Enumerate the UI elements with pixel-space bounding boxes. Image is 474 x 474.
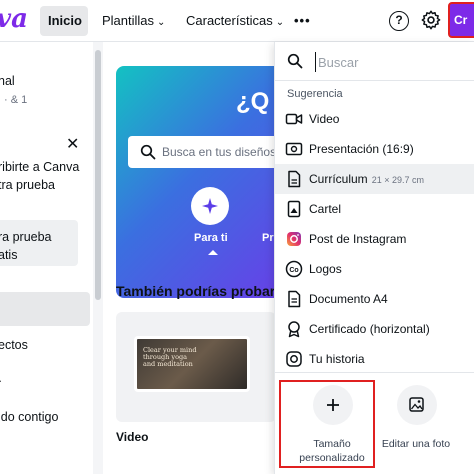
promo-text-line1: ribirte a Canva bbox=[0, 160, 80, 174]
create-design-dropdown: Sugerencia Video Presentación (16:9) Cur… bbox=[274, 42, 474, 474]
curriculum-label: Currículum bbox=[309, 172, 368, 186]
for-you-button[interactable] bbox=[191, 187, 229, 225]
import-tile[interactable]: Im bbox=[455, 381, 474, 473]
import-label: Im bbox=[455, 437, 474, 451]
for-you-label: Para ti bbox=[194, 232, 228, 244]
sidebar-scrollbar[interactable] bbox=[93, 42, 103, 474]
logo-co-icon: Co bbox=[285, 260, 303, 278]
selected-indicator bbox=[208, 250, 218, 255]
sidebar-item-blank[interactable]: · bbox=[0, 374, 2, 388]
scrollbar-thumb[interactable] bbox=[95, 50, 101, 300]
edit-image-icon bbox=[397, 385, 437, 425]
dropdown-search bbox=[283, 46, 474, 76]
document-a4-icon bbox=[288, 290, 301, 308]
more-options-button[interactable]: ••• bbox=[286, 6, 319, 36]
nav-caracteristicas-label: Características bbox=[186, 13, 273, 28]
close-icon[interactable]: ✕ bbox=[66, 134, 79, 154]
promo-text-line2: tra prueba bbox=[0, 178, 55, 192]
instagram-icon bbox=[287, 232, 301, 246]
dropdown-item-video[interactable]: Video bbox=[275, 104, 474, 134]
account-meta: · & 1 bbox=[4, 94, 28, 106]
account-name: nal bbox=[0, 74, 15, 88]
dropdown-item-document-a4[interactable]: Documento A4 bbox=[275, 284, 474, 314]
custom-size-tile[interactable]: Tamaño personalizado bbox=[279, 380, 377, 473]
hero-banner: ¿Q Busca en tus diseños Para ti Prese bbox=[116, 66, 296, 298]
help-circle-icon[interactable]: ? bbox=[389, 11, 409, 31]
chevron-down-icon: ⌄ bbox=[157, 17, 166, 28]
plus-icon bbox=[313, 385, 353, 425]
edit-photo-tile[interactable]: Editar una foto bbox=[371, 381, 461, 473]
dropdown-item-label: Video bbox=[309, 112, 340, 126]
curriculum-dimensions: 21 × 29.7 cm bbox=[371, 175, 424, 185]
trial-label-line1: ra prueba bbox=[0, 230, 52, 244]
sidebar-item-active[interactable] bbox=[0, 292, 90, 326]
dropdown-item-label: Post de Instagram bbox=[309, 232, 407, 246]
sidebar-item-projects[interactable]: ectos bbox=[0, 338, 28, 352]
divider bbox=[275, 80, 474, 81]
poster-icon bbox=[287, 200, 301, 218]
quick-actions-bar: Tamaño personalizado Editar una foto Im bbox=[275, 372, 474, 474]
video-thumbnail: Clear your mind through yoga and meditat… bbox=[134, 336, 250, 392]
dropdown-search-input[interactable] bbox=[315, 52, 474, 72]
nav-plantillas-label: Plantillas bbox=[102, 13, 155, 28]
left-sidebar: nal · & 1 ✕ ribirte a Canva tra prueba r… bbox=[0, 42, 93, 474]
hero-title: ¿Q bbox=[236, 88, 270, 115]
canva-home-page: va Inicio Plantillas⌄ Características⌄ •… bbox=[0, 0, 474, 474]
svg-text:Co: Co bbox=[289, 267, 298, 274]
search-icon bbox=[140, 144, 156, 160]
hero-search-placeholder: Busca en tus diseños bbox=[162, 145, 277, 159]
document-icon bbox=[288, 170, 301, 188]
dropdown-item-label: Cartel bbox=[309, 202, 342, 216]
video-template-card[interactable]: Clear your mind through yoga and meditat… bbox=[116, 312, 276, 422]
dropdown-item-label: Tu historia bbox=[309, 352, 365, 366]
trial-label-line2: atis bbox=[0, 248, 18, 262]
card-label: Video bbox=[116, 430, 149, 444]
presentation-icon bbox=[285, 142, 303, 156]
instagram-story-icon bbox=[286, 351, 302, 367]
nav-inicio[interactable]: Inicio bbox=[40, 6, 88, 36]
video-camera-icon bbox=[285, 113, 303, 125]
create-design-button[interactable]: Cr bbox=[448, 2, 474, 38]
dropdown-item-label: Documento A4 bbox=[309, 292, 388, 306]
nav-caracteristicas[interactable]: Características ⌄ bbox=[178, 6, 292, 36]
hero-search-input[interactable]: Busca en tus diseños bbox=[128, 136, 296, 168]
nav-plantillas[interactable]: Plantillas ⌄ bbox=[94, 6, 173, 36]
suggestions-heading: Sugerencia bbox=[287, 88, 343, 100]
dropdown-item-story[interactable]: Tu historia bbox=[275, 344, 474, 374]
thumbnail-caption: Clear your mind through yoga and meditat… bbox=[143, 346, 197, 368]
canva-logo[interactable]: va bbox=[0, 4, 28, 34]
sidebar-item-shared[interactable]: ido contigo bbox=[0, 410, 58, 424]
gear-icon[interactable] bbox=[420, 9, 442, 31]
dropdown-item-presentation[interactable]: Presentación (16:9) bbox=[275, 134, 474, 164]
custom-size-label: Tamaño personalizado bbox=[299, 438, 365, 464]
top-bar: va Inicio Plantillas⌄ Características⌄ •… bbox=[0, 0, 474, 42]
dropdown-item-label: Logos bbox=[309, 262, 342, 276]
dropdown-item-cartel[interactable]: Cartel bbox=[275, 194, 474, 224]
award-ribbon-icon bbox=[288, 321, 300, 338]
search-icon bbox=[287, 53, 303, 69]
chevron-down-icon: ⌄ bbox=[275, 17, 285, 28]
dropdown-item-curriculum[interactable]: Currículum 21 × 29.7 cm bbox=[275, 164, 474, 194]
dropdown-item-logos[interactable]: Co Logos bbox=[275, 254, 474, 284]
sparkle-icon bbox=[202, 198, 218, 214]
dropdown-item-label: Currículum 21 × 29.7 cm bbox=[309, 172, 424, 186]
dropdown-item-instagram-post[interactable]: Post de Instagram bbox=[275, 224, 474, 254]
dropdown-item-certificate[interactable]: Certificado (horizontal) bbox=[275, 314, 474, 344]
edit-photo-label: Editar una foto bbox=[381, 438, 451, 450]
dropdown-item-label: Certificado (horizontal) bbox=[309, 322, 430, 336]
dropdown-item-label: Presentación (16:9) bbox=[309, 142, 414, 156]
section-title: También podrías probar bbox=[116, 283, 276, 299]
